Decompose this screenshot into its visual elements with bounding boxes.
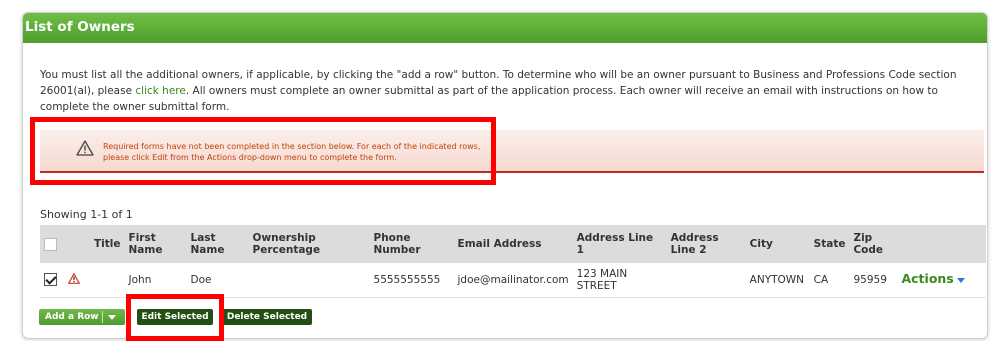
col-zip-code: Zip Code xyxy=(849,225,898,263)
chevron-down-icon[interactable] xyxy=(108,315,116,320)
actions-menu-link[interactable]: Actions xyxy=(901,271,953,286)
col-phone-number: Phone Number xyxy=(369,225,454,263)
cell-zip-code: 95959 xyxy=(849,263,898,298)
col-first-name: First Name xyxy=(124,225,187,263)
cell-first-name: John xyxy=(124,263,187,298)
col-address-line-2: Address Line 2 xyxy=(666,225,746,263)
delete-selected-button[interactable]: Delete Selected xyxy=(222,309,312,325)
pagination-summary: Showing 1-1 of 1 xyxy=(40,208,133,221)
add-row-button[interactable]: Add a Row xyxy=(39,309,125,325)
cell-address-line-2 xyxy=(666,263,746,298)
row-status-cell xyxy=(64,263,90,298)
col-actions xyxy=(897,225,986,263)
cell-address-line-1: 123 MAIN STREET xyxy=(572,263,667,298)
alert-highlight-frame xyxy=(30,117,496,185)
row-select-cell[interactable] xyxy=(40,263,64,298)
cell-city: ANYTOWN xyxy=(745,263,810,298)
cell-title xyxy=(90,263,125,298)
chevron-down-icon[interactable] xyxy=(956,277,965,283)
col-address-line-1: Address Line 1 xyxy=(572,225,667,263)
col-email-address: Email Address xyxy=(453,225,573,263)
col-ownership-percentage: Ownership Percentage xyxy=(248,225,370,263)
add-row-label: Add a Row xyxy=(45,312,99,322)
select-all-header[interactable] xyxy=(40,225,64,263)
cell-last-name: Doe xyxy=(186,263,249,298)
table-row[interactable]: John Doe 5555555555 jdoe@mailinator.com … xyxy=(40,263,986,298)
table-header-row: Title First Name Last Name Ownership Per… xyxy=(40,225,986,263)
click-here-link[interactable]: click here xyxy=(135,85,185,97)
owners-table: Title First Name Last Name Ownership Per… xyxy=(40,225,986,298)
cell-actions[interactable]: Actions xyxy=(897,263,986,298)
select-all-checkbox[interactable] xyxy=(44,237,57,251)
cell-ownership-percentage xyxy=(248,263,370,298)
edit-button-highlight-frame xyxy=(126,294,224,341)
intro-text: You must list all the additional owners,… xyxy=(40,67,975,115)
cell-email-address: jdoe@mailinator.com xyxy=(453,263,573,298)
panel-title: List of Owners xyxy=(23,13,987,43)
status-header xyxy=(64,225,90,263)
cell-state: CA xyxy=(809,263,850,298)
col-last-name: Last Name xyxy=(186,225,249,263)
row-checkbox[interactable] xyxy=(44,273,57,287)
warning-icon xyxy=(68,272,80,284)
add-row-divider xyxy=(102,311,103,323)
col-state: State xyxy=(809,225,850,263)
col-title: Title xyxy=(90,225,125,263)
col-city: City xyxy=(745,225,810,263)
cell-phone-number: 5555555555 xyxy=(369,263,454,298)
